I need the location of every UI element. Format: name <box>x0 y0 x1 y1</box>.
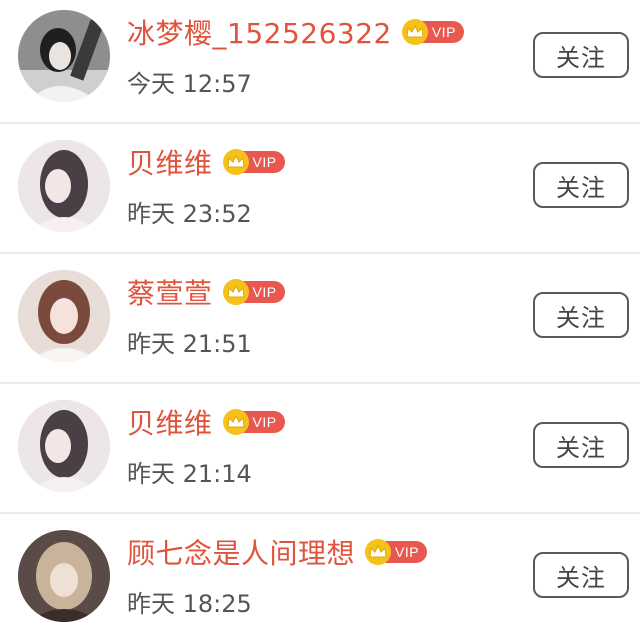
vip-badge: VIP <box>222 279 285 305</box>
follow-button[interactable]: 关注 <box>533 32 629 78</box>
visit-time: 昨天 21:51 <box>127 330 252 358</box>
crown-icon <box>222 279 249 305</box>
visit-time: 昨天 21:14 <box>127 460 252 488</box>
avatar[interactable] <box>18 140 110 232</box>
list-item[interactable]: 顾七念是人间理想 VIP 昨天 18:25 关注 <box>0 516 640 644</box>
vip-badge: VIP <box>401 19 464 45</box>
list-item[interactable]: 蔡萱萱 VIP 昨天 21:51 关注 <box>0 256 640 384</box>
list-item[interactable]: 贝维维 VIP 昨天 21:14 关注 <box>0 386 640 514</box>
crown-icon <box>222 409 249 435</box>
avatar[interactable] <box>18 400 110 492</box>
visit-time: 昨天 18:25 <box>127 590 252 618</box>
follow-button[interactable]: 关注 <box>533 162 629 208</box>
visit-time: 今天 12:57 <box>127 70 252 98</box>
vip-badge: VIP <box>222 409 285 435</box>
crown-icon <box>401 19 428 45</box>
follow-button[interactable]: 关注 <box>533 552 629 598</box>
user-name[interactable]: 冰梦樱_152526322 <box>127 12 392 52</box>
crown-icon <box>222 149 249 175</box>
follow-button[interactable]: 关注 <box>533 292 629 338</box>
vip-badge: VIP <box>222 149 285 175</box>
visit-time: 昨天 23:52 <box>127 200 252 228</box>
list-item[interactable]: 贝维维 VIP 昨天 23:52 关注 <box>0 126 640 254</box>
vip-badge: VIP <box>365 539 428 565</box>
user-name[interactable]: 顾七念是人间理想 <box>127 532 355 572</box>
avatar[interactable] <box>18 530 110 622</box>
visitor-list: 冰梦樱_152526322 VIP 今天 12:57 关注 贝维维 VIP 昨天… <box>0 0 640 641</box>
user-name[interactable]: 贝维维 <box>127 402 213 442</box>
follow-button[interactable]: 关注 <box>533 422 629 468</box>
crown-icon <box>365 539 392 565</box>
avatar[interactable] <box>18 270 110 362</box>
user-name[interactable]: 贝维维 <box>127 142 213 182</box>
list-item[interactable]: 冰梦樱_152526322 VIP 今天 12:57 关注 <box>0 0 640 124</box>
user-name[interactable]: 蔡萱萱 <box>127 272 213 312</box>
avatar[interactable] <box>18 10 110 102</box>
